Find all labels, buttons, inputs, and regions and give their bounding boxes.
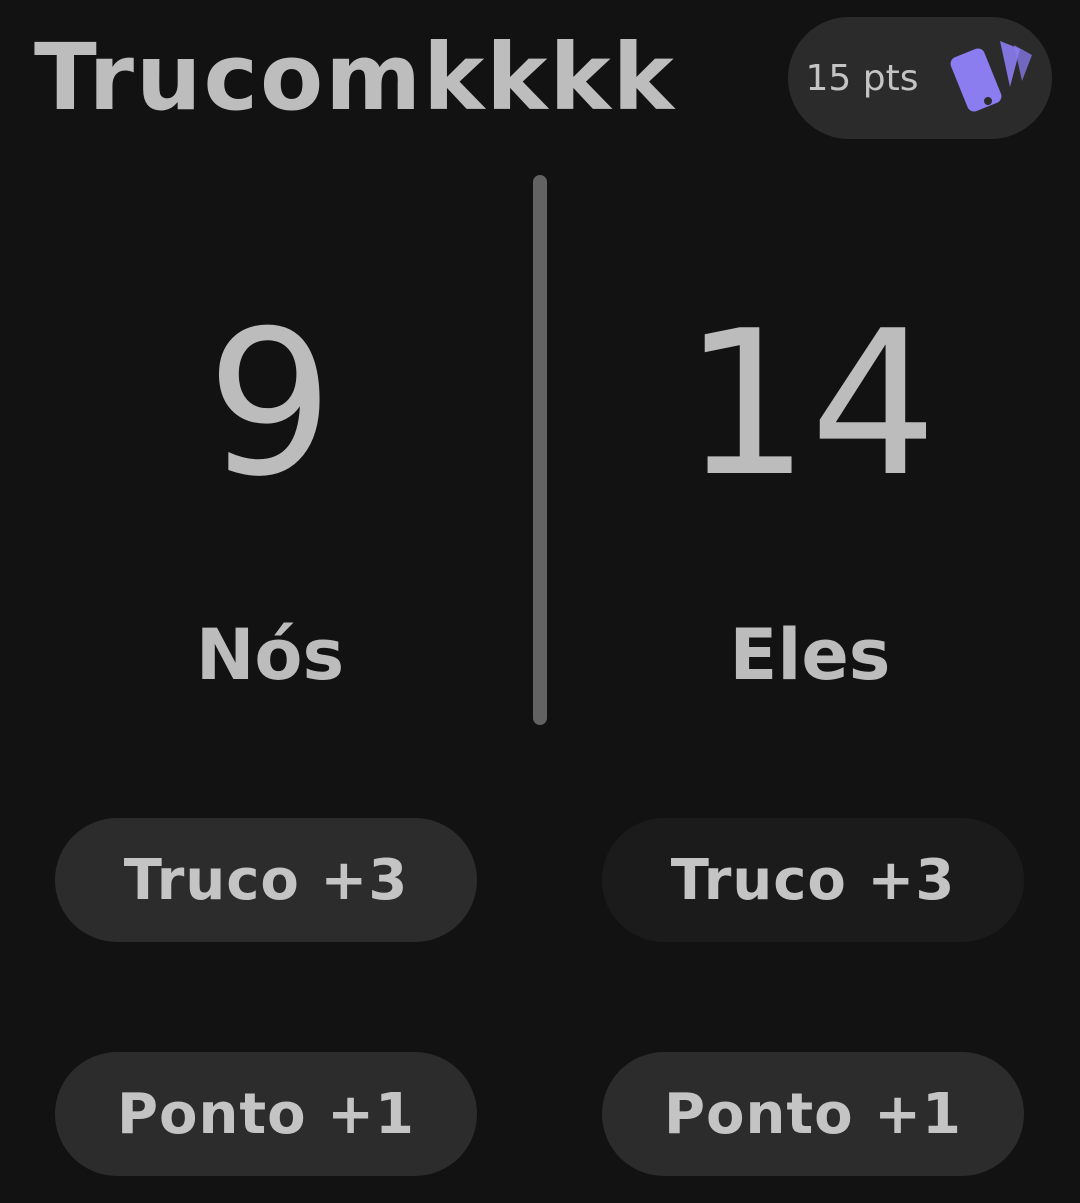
team-score: 9 [206, 288, 334, 521]
team-name: Nós [195, 614, 345, 696]
team-name: Eles [729, 614, 891, 696]
nos-truco-button[interactable]: Truco +3 [55, 818, 477, 942]
app-title: Trucomkkkk [34, 24, 676, 131]
team-panel-nos[interactable]: 9 Nós [0, 175, 540, 725]
nos-ponto-button[interactable]: Ponto +1 [55, 1052, 477, 1176]
team-panel-eles[interactable]: 14 Eles [540, 175, 1080, 725]
eles-truco-button[interactable]: Truco +3 [602, 818, 1024, 942]
team-score: 14 [682, 288, 938, 521]
target-points-label: 15 pts [805, 57, 919, 99]
cards-icon [950, 41, 1032, 112]
eles-ponto-button[interactable]: Ponto +1 [602, 1052, 1024, 1176]
target-points-button[interactable]: 15 pts [788, 17, 1052, 139]
